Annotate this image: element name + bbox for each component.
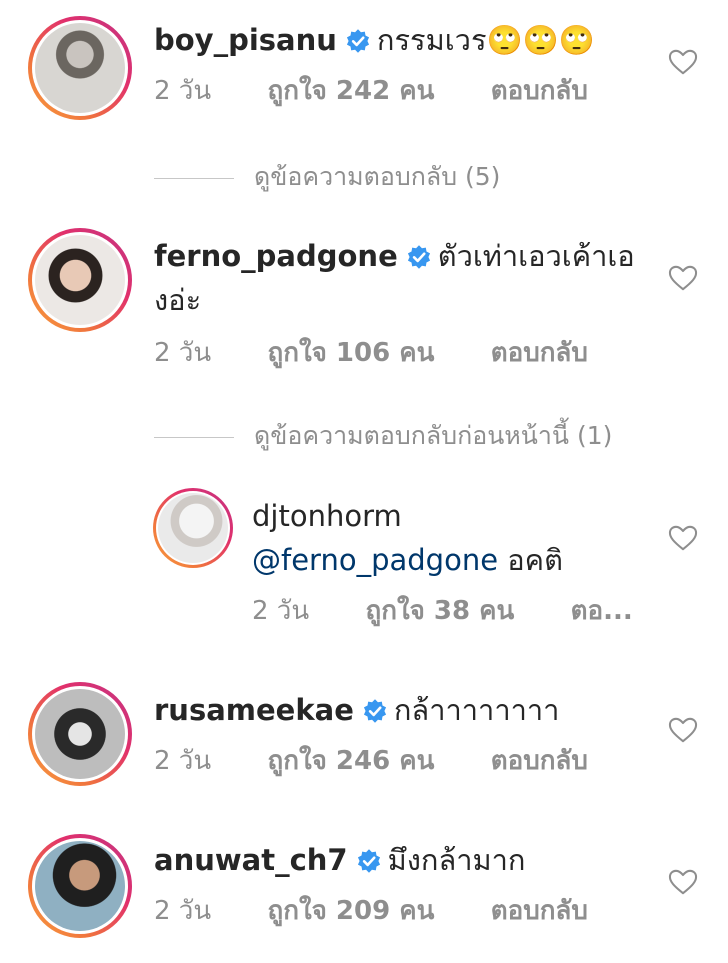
verified-badge-icon xyxy=(346,29,369,53)
comment-username[interactable]: ferno_padgone xyxy=(154,239,398,273)
comment-username[interactable]: djtonhorm xyxy=(252,499,402,533)
comment-text-continued: งอ่ะ xyxy=(154,283,202,317)
comment-time: 2 วัน xyxy=(154,746,212,776)
avatar-djtonhorm[interactable] xyxy=(153,488,233,568)
view-replies-label: ดูข้อความตอบกลับ (5) xyxy=(254,162,501,191)
verified-badge-icon xyxy=(407,245,430,269)
heart-outline-icon[interactable] xyxy=(668,868,698,896)
comment-username[interactable]: rusameekae xyxy=(154,693,354,727)
reply-button[interactable]: ตอบกลับ xyxy=(491,70,588,111)
comment-text: อคติ xyxy=(498,543,563,577)
heart-outline-icon[interactable] xyxy=(668,524,698,552)
heart-outline-icon[interactable] xyxy=(668,264,698,292)
reply-button[interactable]: ตอบกลับ xyxy=(491,332,588,373)
comment-text: กล้าาาาาาาา xyxy=(393,693,560,727)
verified-badge-icon xyxy=(357,849,380,873)
view-previous-replies-link[interactable]: ดูข้อความตอบกลับก่อนหน้านี้ (1) xyxy=(154,416,612,456)
mention-link[interactable]: @ferno_padgone xyxy=(252,543,498,577)
view-replies-label: ดูข้อความตอบกลับก่อนหน้านี้ (1) xyxy=(254,421,613,450)
reply-button[interactable]: ตอ... xyxy=(571,590,633,631)
comment-time: 2 วัน xyxy=(252,596,310,626)
comment-text: มึงกล้ามาก xyxy=(387,843,526,877)
heart-outline-icon[interactable] xyxy=(668,716,698,744)
avatar-rusameekae[interactable] xyxy=(28,682,132,786)
comment-time: 2 วัน xyxy=(154,76,212,106)
likes-count[interactable]: ถูกใจ 209 คน xyxy=(267,890,434,931)
likes-count[interactable]: ถูกใจ 242 คน xyxy=(267,70,434,111)
likes-count[interactable]: ถูกใจ 38 คน xyxy=(365,590,514,631)
comment-username[interactable]: anuwat_ch7 xyxy=(154,843,348,877)
reply-button[interactable]: ตอบกลับ xyxy=(491,890,588,931)
comment-time: 2 วัน xyxy=(154,896,212,926)
comment-text: ตัวเท่าเอวเค้าเอ xyxy=(437,239,635,273)
reply-button[interactable]: ตอบกลับ xyxy=(491,740,588,781)
likes-count[interactable]: ถูกใจ 106 คน xyxy=(267,332,434,373)
comment-username[interactable]: boy_pisanu xyxy=(154,23,337,57)
heart-outline-icon[interactable] xyxy=(668,48,698,76)
comment-time: 2 วัน xyxy=(154,338,212,368)
avatar-ferno-padgone[interactable] xyxy=(28,228,132,332)
avatar-anuwat-ch7[interactable] xyxy=(28,834,132,938)
comment-text: กรรมเวร🙄🙄🙄 xyxy=(376,23,595,57)
likes-count[interactable]: ถูกใจ 246 คน xyxy=(267,740,434,781)
verified-badge-icon xyxy=(363,699,386,723)
avatar-boy-pisanu[interactable] xyxy=(28,16,132,120)
view-replies-link[interactable]: ดูข้อความตอบกลับ (5) xyxy=(154,157,500,197)
